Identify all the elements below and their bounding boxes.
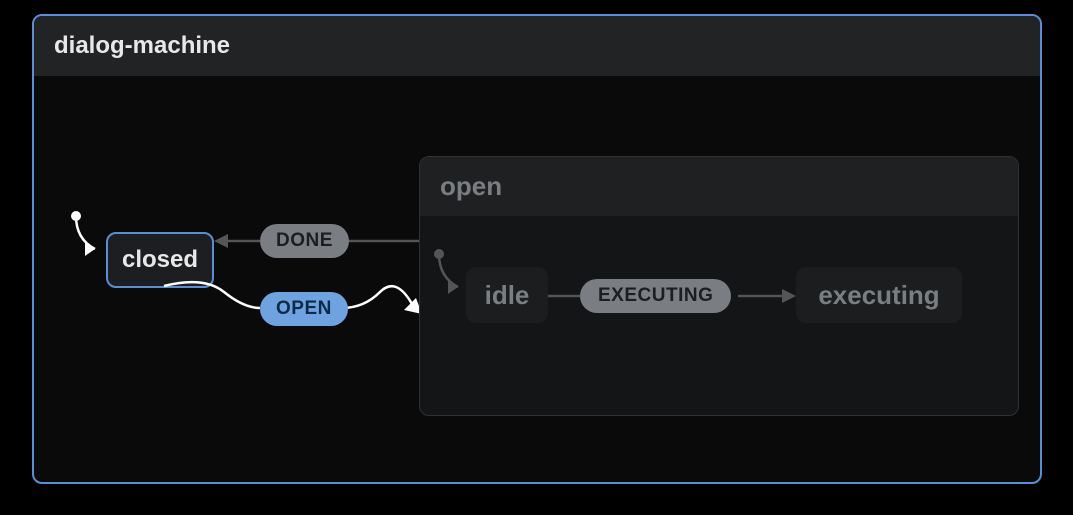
machine-container: dialog-machine closed DONE OPEN open <box>32 14 1042 484</box>
initial-marker-icon <box>434 249 469 294</box>
event-pill-done[interactable]: DONE <box>260 224 349 258</box>
event-pill-open[interactable]: OPEN <box>260 292 348 326</box>
initial-marker-icon <box>71 211 106 256</box>
state-node-executing[interactable]: executing <box>796 267 962 323</box>
state-label-open: open <box>420 157 1018 216</box>
machine-title: dialog-machine <box>34 16 1040 76</box>
state-node-open[interactable]: open idle EXECUTING executing <box>419 156 1019 416</box>
state-node-idle[interactable]: idle <box>466 267 548 323</box>
event-pill-executing[interactable]: EXECUTING <box>580 279 731 313</box>
